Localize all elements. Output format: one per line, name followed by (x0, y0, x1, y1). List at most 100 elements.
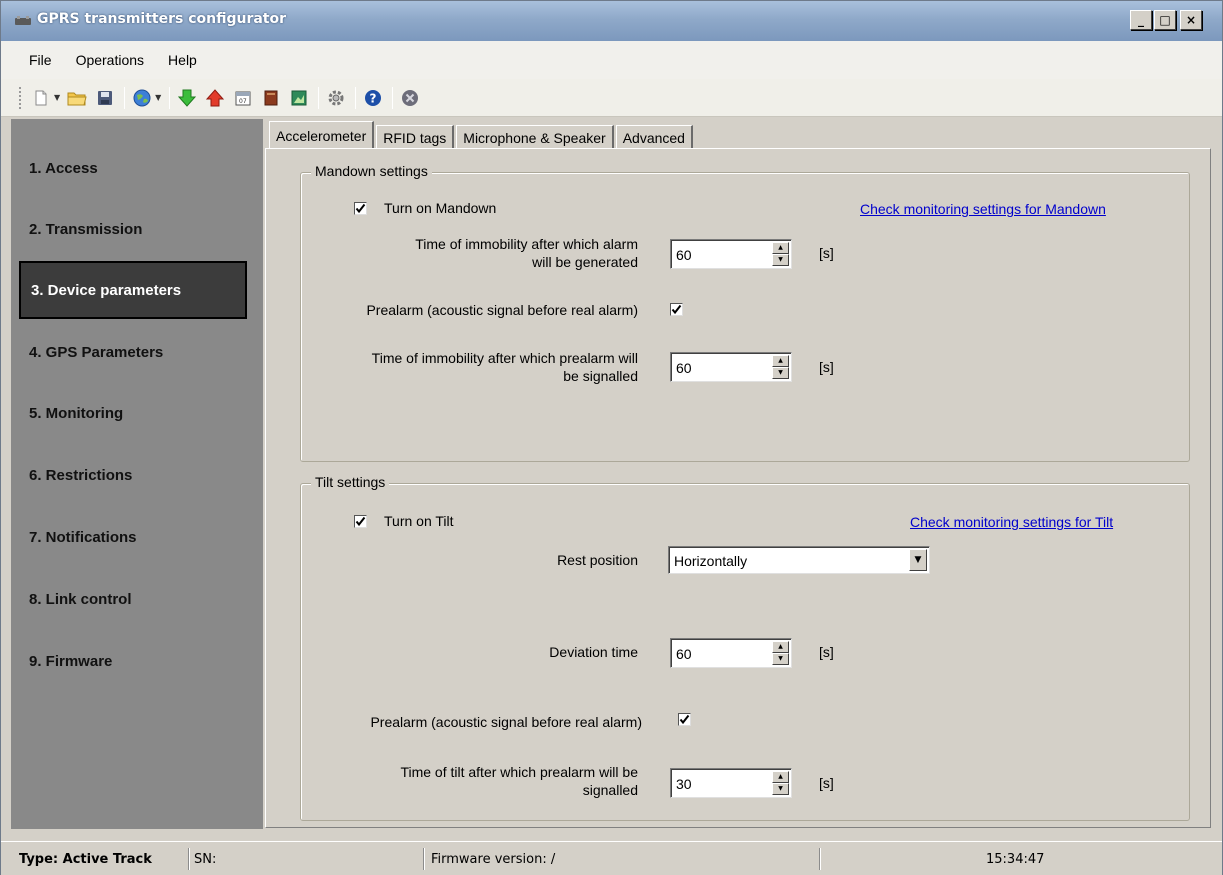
calendar-icon[interactable]: 07 (232, 87, 254, 109)
close-button[interactable]: × (1180, 10, 1202, 30)
turn-on-mandown-label[interactable]: Turn on Mandown (384, 199, 496, 217)
mandown-immobility-label-line1: Time of immobility after which alarm (415, 236, 638, 252)
tab-microphone-speaker[interactable]: Microphone & Speaker (456, 125, 614, 149)
maximize-button[interactable]: □ (1154, 10, 1176, 30)
minimize-button[interactable]: _ (1130, 10, 1152, 30)
status-clock: 15:34:47 (986, 851, 1045, 867)
tilt-prealarm-label: Prealarm (acoustic signal before real al… (370, 714, 642, 730)
deviation-time-value[interactable]: 60 (676, 646, 692, 662)
deviation-time-unit: [s] (819, 644, 834, 660)
app-window: GPRS transmitters configurator _ □ × Fil… (0, 0, 1223, 875)
upload-arrow-icon[interactable] (204, 87, 226, 109)
sidebar-item-link-control[interactable]: 8. Link control (19, 570, 247, 628)
spinner-arrows: ▲ ▼ (772, 242, 789, 266)
tab-advanced[interactable]: Advanced (615, 125, 693, 149)
turn-on-tilt-label[interactable]: Turn on Tilt (384, 512, 454, 530)
spinner-arrows: ▲ ▼ (772, 641, 789, 665)
mandown-pre-immobility-label-line2: be signalled (563, 368, 638, 384)
sidebar-item-gps-parameters[interactable]: 4. GPS Parameters (19, 323, 247, 381)
mandown-immobility-value[interactable]: 60 (676, 247, 692, 263)
spin-up-icon[interactable]: ▲ (772, 641, 789, 653)
download-arrow-icon[interactable] (176, 87, 198, 109)
deviation-time-label: Deviation time (549, 644, 638, 660)
rest-position-label: Rest position (557, 552, 638, 568)
tab-rfid-tags[interactable]: RFID tags (376, 125, 455, 149)
toolbar-separator (392, 86, 394, 109)
spin-up-icon[interactable]: ▲ (772, 355, 789, 367)
mandown-pre-immobility-spinner[interactable]: 60 ▲ ▼ (670, 352, 792, 382)
sidebar-item-firmware[interactable]: 9. Firmware (19, 632, 247, 690)
open-folder-icon[interactable] (66, 87, 88, 109)
sidebar-item-notifications[interactable]: 7. Notifications (19, 508, 247, 566)
sidebar-nav: 1. Access 2. Transmission 3. Device para… (11, 119, 263, 829)
exit-icon[interactable] (399, 87, 421, 109)
new-icon[interactable] (30, 87, 52, 109)
turn-on-tilt-checkbox[interactable] (354, 515, 367, 528)
app-icon (15, 16, 31, 25)
window-controls: _ □ × (1128, 10, 1202, 30)
spin-up-icon[interactable]: ▲ (772, 242, 789, 254)
mandown-immobility-spinner[interactable]: 60 ▲ ▼ (670, 239, 792, 269)
sidebar-item-access[interactable]: 1. Access (19, 139, 247, 197)
mandown-pre-immobility-unit: [s] (819, 359, 834, 375)
mandown-legend: Mandown settings (311, 163, 432, 179)
mandown-immobility-label-line2: will be generated (532, 254, 638, 270)
image-icon[interactable] (288, 87, 310, 109)
save-disk-icon[interactable] (94, 87, 116, 109)
tab-accelerometer[interactable]: Accelerometer (269, 121, 375, 149)
tilt-time-spinner[interactable]: 30 ▲ ▼ (670, 768, 792, 798)
mandown-pre-immobility-value[interactable]: 60 (676, 360, 692, 376)
menu-help[interactable]: Help (168, 52, 197, 68)
mandown-prealarm-label: Prealarm (acoustic signal before real al… (366, 302, 638, 318)
tilt-legend: Tilt settings (311, 474, 390, 490)
status-type: Type: Active Track (19, 851, 152, 867)
globe-dropdown-icon[interactable]: ▼ (155, 93, 161, 102)
toolbar: ▼ ▼ 07 ? (1, 79, 1222, 117)
sidebar-item-transmission[interactable]: 2. Transmission (19, 200, 247, 258)
settings-gear-icon[interactable] (325, 87, 347, 109)
mandown-immobility-unit: [s] (819, 245, 834, 261)
status-separator (819, 848, 821, 870)
turn-on-mandown-checkbox[interactable] (354, 202, 367, 215)
tab-panel-accelerometer: Mandown settings Turn on Mandown Check m… (265, 148, 1211, 828)
toolbar-separator (355, 86, 357, 109)
svg-text:07: 07 (239, 98, 247, 105)
tilt-time-unit: [s] (819, 775, 834, 791)
book-icon[interactable] (260, 87, 282, 109)
deviation-time-spinner[interactable]: 60 ▲ ▼ (670, 638, 792, 668)
tilt-time-label-line2: signalled (582, 782, 638, 798)
spin-down-icon[interactable]: ▼ (772, 254, 789, 266)
toolbar-separator (318, 86, 320, 109)
status-bar: Type: Active Track SN: Firmware version:… (1, 841, 1222, 875)
tilt-prealarm-checkbox[interactable] (678, 713, 691, 726)
spin-down-icon[interactable]: ▼ (772, 653, 789, 665)
status-separator (188, 848, 190, 870)
globe-icon[interactable] (131, 87, 153, 109)
status-sn: SN: (194, 851, 217, 867)
status-firmware-version: Firmware version: / (431, 851, 556, 867)
spin-down-icon[interactable]: ▼ (772, 367, 789, 379)
mandown-monitoring-link[interactable]: Check monitoring settings for Mandown (860, 201, 1106, 217)
chevron-down-icon[interactable]: ▼ (909, 549, 927, 571)
mandown-prealarm-checkbox[interactable] (670, 303, 683, 316)
sidebar-item-restrictions[interactable]: 6. Restrictions (19, 446, 247, 504)
rest-position-value[interactable]: Horizontally (674, 553, 747, 569)
new-dropdown-icon[interactable]: ▼ (54, 93, 60, 102)
menu-bar: File Operations Help (1, 41, 1222, 79)
sidebar-item-monitoring[interactable]: 5. Monitoring (19, 384, 247, 442)
tilt-time-label: Time of tilt after which prealarm will b… (336, 763, 638, 799)
status-separator (423, 848, 425, 870)
sidebar-item-device-parameters[interactable]: 3. Device parameters (19, 261, 247, 319)
mandown-immobility-label: Time of immobility after which alarm wil… (336, 235, 638, 271)
spinner-arrows: ▲ ▼ (772, 355, 789, 379)
spin-up-icon[interactable]: ▲ (772, 771, 789, 783)
menu-operations[interactable]: Operations (76, 52, 144, 68)
help-icon[interactable]: ? (362, 87, 384, 109)
tilt-monitoring-link[interactable]: Check monitoring settings for Tilt (910, 514, 1113, 530)
spin-down-icon[interactable]: ▼ (772, 783, 789, 795)
tilt-time-value[interactable]: 30 (676, 776, 692, 792)
rest-position-select[interactable]: Horizontally ▼ (668, 546, 930, 574)
toolbar-separator (124, 86, 126, 109)
toolbar-grip[interactable] (19, 86, 22, 109)
menu-file[interactable]: File (29, 52, 52, 68)
